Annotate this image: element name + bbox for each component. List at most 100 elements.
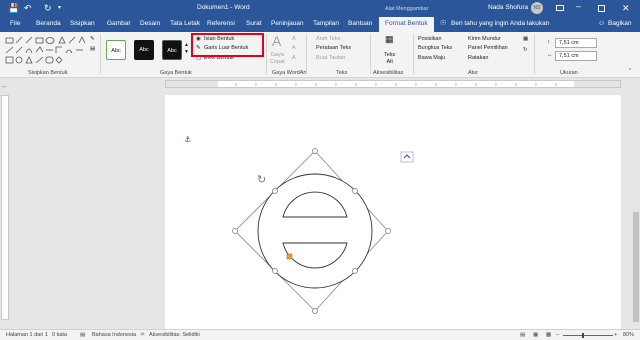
accessibility-status[interactable]: Aksesibilitas: Selidiki bbox=[149, 332, 200, 339]
separator bbox=[370, 34, 371, 74]
vertical-ruler[interactable] bbox=[1, 95, 9, 320]
tab-design[interactable]: Desain bbox=[140, 19, 160, 29]
shapes-gallery[interactable] bbox=[4, 35, 88, 68]
group-icon[interactable]: ▦ bbox=[523, 36, 528, 43]
ribbon: ✎ ▤ Sisipkan Bentuk Abc Abc Abc ▲ ▼ ◉ Isi… bbox=[0, 32, 640, 78]
wordart-a-icon: A bbox=[272, 33, 282, 49]
tab-review[interactable]: Peninjauan bbox=[271, 19, 304, 29]
resize-handle[interactable] bbox=[352, 268, 358, 274]
width-input[interactable]: 7,51 cm bbox=[555, 51, 597, 61]
text-direction-button[interactable]: Arah Teks bbox=[316, 36, 340, 43]
resize-handle[interactable] bbox=[312, 308, 318, 314]
tab-references[interactable]: Referensi bbox=[207, 19, 235, 29]
resize-handle[interactable] bbox=[272, 268, 278, 274]
tab-file[interactable]: File bbox=[10, 19, 20, 29]
vertical-scrollbar[interactable] bbox=[632, 82, 640, 330]
align-text-button[interactable]: Perataan Teks bbox=[316, 45, 351, 52]
user-name[interactable]: Nada Shofura bbox=[488, 3, 528, 13]
resize-handle[interactable] bbox=[352, 188, 358, 194]
adjust-handle[interactable] bbox=[286, 253, 293, 260]
customize-qat-icon[interactable]: ▾ bbox=[58, 3, 61, 13]
resize-handle[interactable] bbox=[312, 148, 318, 154]
tab-shape-format[interactable]: Format Bentuk bbox=[379, 17, 434, 32]
language-indicator[interactable]: Bahasa Indonesia bbox=[92, 332, 136, 339]
separator bbox=[534, 34, 535, 74]
send-backward-button[interactable]: Kirim Mundur bbox=[468, 36, 501, 43]
text-effects-icon: A bbox=[292, 55, 296, 61]
tab-home[interactable]: Beranda bbox=[36, 19, 61, 29]
focus-mode-icon[interactable]: ▤ bbox=[520, 332, 525, 339]
zoom-in-icon[interactable]: + bbox=[614, 332, 617, 339]
rotate-icon[interactable]: ↻ bbox=[523, 47, 528, 54]
close-icon[interactable]: ✕ bbox=[622, 3, 630, 13]
alt-text-icon: ▦ bbox=[385, 34, 394, 44]
edit-shape-icon[interactable]: ✎ bbox=[90, 36, 95, 43]
style-preset-1[interactable]: Abc bbox=[106, 40, 126, 60]
save-icon[interactable]: 💾 bbox=[8, 3, 19, 13]
size-group-label: Ukuran bbox=[560, 70, 578, 76]
alt-text-button[interactable]: Teks Alt bbox=[384, 52, 395, 66]
style-preset-3[interactable]: Abc bbox=[162, 40, 182, 60]
proofing-icon[interactable]: ▤ bbox=[80, 332, 85, 339]
minimize-icon[interactable]: – bbox=[576, 1, 581, 11]
tab-layout[interactable]: Tata Letak bbox=[170, 19, 200, 29]
page-count[interactable]: Halaman 1 dari 1 bbox=[6, 332, 48, 339]
quick-styles-button[interactable]: Gaya Cepat bbox=[270, 52, 285, 66]
text-fill-icon: A bbox=[292, 36, 296, 42]
style-preset-2[interactable]: Abc bbox=[134, 40, 154, 60]
horizontal-ruler[interactable] bbox=[165, 80, 621, 88]
zoom-out-icon[interactable]: – bbox=[556, 332, 559, 339]
accessibility-icon: ♾ bbox=[140, 332, 145, 338]
rotate-handle-icon[interactable]: ↻ bbox=[257, 173, 266, 186]
read-mode-icon[interactable]: ▦ bbox=[533, 332, 538, 339]
tab-draw[interactable]: Gambar bbox=[107, 19, 130, 29]
print-layout-icon[interactable]: ▩ bbox=[546, 332, 551, 339]
wordart-group-label: Gaya WordArt bbox=[272, 70, 307, 76]
ribbon-display-icon[interactable] bbox=[556, 5, 564, 11]
zoom-slider[interactable] bbox=[563, 335, 613, 336]
anchor-icon: ⚓ bbox=[184, 135, 191, 144]
undo-icon[interactable]: ↶ bbox=[24, 3, 32, 13]
width-icon: ↔ bbox=[547, 52, 553, 58]
bring-forward-button[interactable]: Bawa Maju bbox=[418, 55, 445, 62]
insert-shapes-group-label: Sisipkan Bentuk bbox=[28, 70, 68, 76]
separator bbox=[306, 34, 307, 74]
canvas: ⚓ ↻ bbox=[184, 135, 414, 314]
selection-pane-button[interactable]: Panel Pemilihan bbox=[468, 45, 508, 52]
wrap-text-button[interactable]: Bungkus Teks bbox=[418, 45, 452, 52]
share-icon: ☺ bbox=[598, 20, 606, 27]
accessibility-group-label: Aksesibilitas bbox=[373, 70, 404, 76]
resize-handle[interactable] bbox=[232, 228, 238, 234]
maximize-icon[interactable] bbox=[598, 5, 605, 12]
tell-me-search[interactable]: Beri tahu yang ingin Anda lakukan bbox=[451, 19, 549, 29]
height-icon: ↕ bbox=[547, 39, 550, 45]
zoom-level[interactable]: 80% bbox=[623, 332, 634, 339]
tab-help[interactable]: Bantuan bbox=[348, 19, 372, 29]
status-bar: Halaman 1 dari 1 0 kata ▤ Bahasa Indones… bbox=[0, 329, 640, 340]
layout-options-button[interactable] bbox=[400, 151, 414, 163]
tab-view[interactable]: Tampilan bbox=[313, 19, 339, 29]
tab-selector-icon[interactable]: ⌙ bbox=[2, 83, 7, 90]
height-input[interactable]: 7,51 cm bbox=[555, 38, 597, 48]
avatar[interactable]: NS bbox=[531, 2, 543, 14]
text-box-icon[interactable]: ▤ bbox=[90, 46, 95, 53]
ribbon-tabs: File Beranda Sisipkan Gambar Desain Tata… bbox=[0, 16, 640, 32]
highlight-box bbox=[191, 33, 264, 57]
resize-handle[interactable] bbox=[385, 228, 391, 234]
resize-handle[interactable] bbox=[272, 188, 278, 194]
share-button[interactable]: Bagikan bbox=[608, 19, 632, 29]
document-title: Dokumen1 - Word bbox=[197, 4, 250, 11]
align-button[interactable]: Ratakan bbox=[468, 55, 489, 62]
tab-mailings[interactable]: Surat bbox=[246, 19, 262, 29]
text-group-label: Teks bbox=[336, 70, 348, 76]
redo-icon[interactable]: ↻ bbox=[44, 3, 52, 13]
collapse-ribbon-icon[interactable]: ⌃ bbox=[628, 68, 632, 75]
text-outline-icon: A bbox=[292, 45, 296, 51]
style-gallery-more-icon[interactable]: ▲ ▼ bbox=[184, 42, 189, 56]
scrollbar-thumb[interactable] bbox=[633, 212, 639, 322]
word-count[interactable]: 0 kata bbox=[52, 332, 67, 339]
tab-insert[interactable]: Sisipkan bbox=[70, 19, 95, 29]
zoom-slider-thumb[interactable] bbox=[582, 333, 584, 338]
position-button[interactable]: Posisikan bbox=[418, 36, 442, 43]
create-link-button[interactable]: Buat Tautan bbox=[316, 55, 345, 62]
